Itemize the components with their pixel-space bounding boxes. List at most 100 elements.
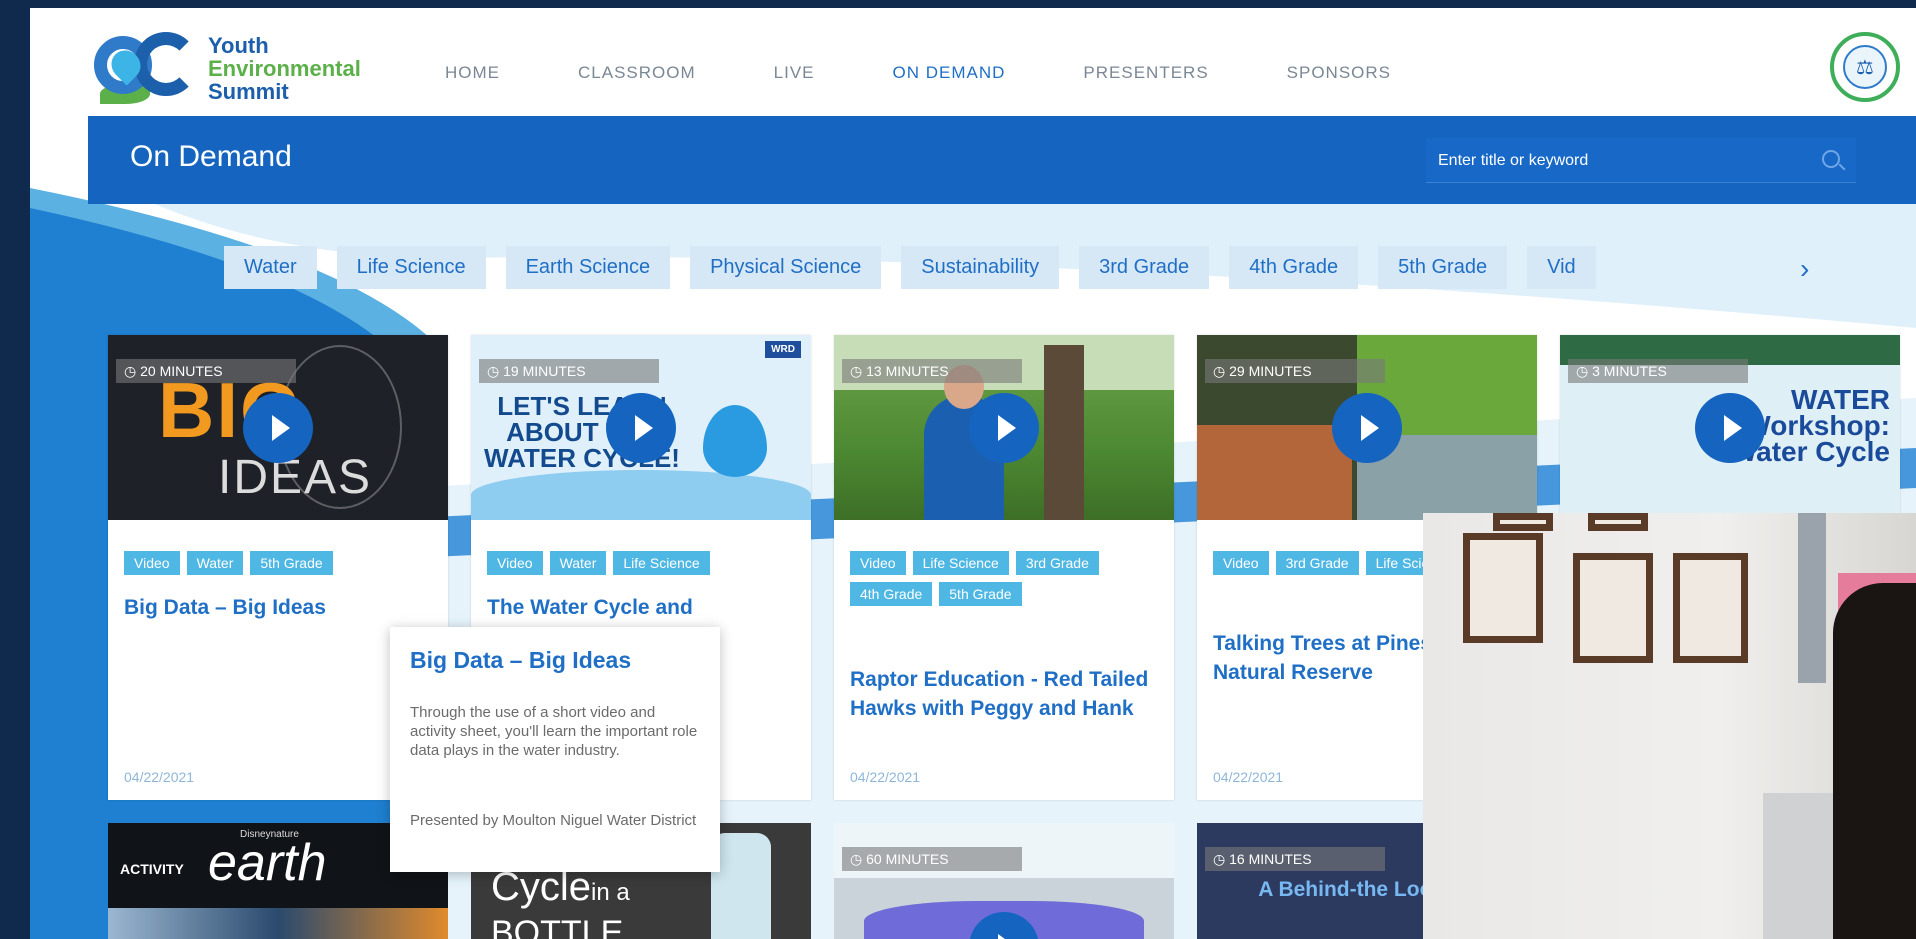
tooltip-presenter: Presented by Moulton Niguel Water Distri… xyxy=(410,812,697,829)
page: Youth Environmental Summit HOME CLASSROO… xyxy=(30,8,1916,939)
tag[interactable]: Video xyxy=(1213,551,1269,575)
thumb-stump xyxy=(1197,425,1352,520)
duration-text: 19 MINUTES xyxy=(503,363,586,379)
tag[interactable]: Video xyxy=(850,551,906,575)
video-thumbnail[interactable]: ◷ 29 MINUTES xyxy=(1197,335,1537,520)
thumb-text: Cyclein a BOTTLE xyxy=(491,867,630,939)
tag[interactable]: 3rd Grade xyxy=(1015,551,1099,575)
picture-frame xyxy=(1588,513,1648,531)
search-icon[interactable] xyxy=(1822,150,1840,168)
oc-logo-icon xyxy=(90,28,210,108)
tooltip-description: Through the use of a short video and act… xyxy=(410,704,698,759)
duration-badge: ◷ 3 MINUTES xyxy=(1568,359,1748,383)
tag[interactable]: Water xyxy=(186,551,244,575)
filter-sustainability[interactable]: Sustainability xyxy=(901,246,1060,289)
duration-text: 3 MINUTES xyxy=(1592,363,1667,379)
site-logo[interactable]: Youth Environmental Summit xyxy=(90,28,361,108)
logo-text: Youth Environmental Summit xyxy=(208,34,361,103)
nav-sponsors[interactable]: SPONSORS xyxy=(1287,63,1391,83)
tooltip-title: Big Data – Big Ideas xyxy=(410,647,632,673)
duration-badge: ◷ 60 MINUTES xyxy=(842,847,1022,871)
filter-4th-grade[interactable]: 4th Grade xyxy=(1229,246,1359,289)
filter-5th-grade[interactable]: 5th Grade xyxy=(1378,246,1508,289)
nav-presenters[interactable]: PRESENTERS xyxy=(1083,63,1208,83)
card-title[interactable]: The Water Cycle and xyxy=(487,593,797,622)
play-icon[interactable] xyxy=(243,392,313,463)
play-icon[interactable] xyxy=(969,392,1039,463)
main-nav: HOME CLASSROOM LIVE ON DEMAND PRESENTERS… xyxy=(445,63,1469,83)
tag[interactable]: 5th Grade xyxy=(250,551,333,575)
filter-water[interactable]: Water xyxy=(224,246,317,289)
video-thumbnail[interactable]: WATER Workshop: Water Cycle ◷ 3 MINUTES xyxy=(1560,335,1900,520)
tag-list: Video Water Life Science xyxy=(487,551,807,575)
duration-badge: ◷ 19 MINUTES xyxy=(479,359,659,383)
earth-title: earth xyxy=(208,834,327,892)
tag[interactable]: 5th Grade xyxy=(939,582,1022,606)
play-icon[interactable] xyxy=(606,392,676,463)
duration-text: 16 MINUTES xyxy=(1229,851,1312,867)
filter-3rd-grade[interactable]: 3rd Grade xyxy=(1079,246,1210,289)
tag[interactable]: 3rd Grade xyxy=(1275,551,1359,575)
filter-chips: Water Life Science Earth Science Physica… xyxy=(224,246,1596,289)
tag-list: Video Water 5th Grade xyxy=(124,551,444,575)
water-district-seal-icon[interactable]: ⚖ xyxy=(1830,32,1900,102)
nav-home[interactable]: HOME xyxy=(445,63,500,83)
card-title[interactable]: Raptor Education - Red Tailed Hawks with… xyxy=(850,665,1160,723)
activity-label: ACTIVITY xyxy=(120,861,184,877)
play-icon[interactable] xyxy=(1695,392,1765,463)
overlay-person xyxy=(1833,583,1916,939)
tag[interactable]: Life Science xyxy=(613,551,710,575)
duration-text: 60 MINUTES xyxy=(866,851,949,867)
tag[interactable]: 4th Grade xyxy=(850,582,933,606)
webcam-overlay[interactable] xyxy=(1423,513,1916,939)
video-thumbnail[interactable]: BIG IDEAS ◷ 20 MINUTES xyxy=(108,335,448,520)
play-icon[interactable] xyxy=(1332,392,1402,463)
video-thumbnail[interactable]: ◷ 13 MINUTES xyxy=(834,335,1174,520)
nav-classroom[interactable]: CLASSROOM xyxy=(578,63,696,83)
picture-frame xyxy=(1463,533,1543,643)
overlay-glass xyxy=(1798,513,1826,683)
thumb-text-tail: BOTTLE xyxy=(491,914,624,939)
search-box xyxy=(1426,138,1856,183)
thumb-tree xyxy=(1044,345,1084,520)
card-title[interactable]: Big Data – Big Ideas xyxy=(124,593,434,622)
tag[interactable]: Video xyxy=(124,551,180,575)
filter-video[interactable]: Vid xyxy=(1527,246,1596,289)
filter-physical-science[interactable]: Physical Science xyxy=(690,246,882,289)
tag[interactable]: Life Science xyxy=(912,551,1009,575)
duration-text: 13 MINUTES xyxy=(866,363,949,379)
bottle-graphic xyxy=(711,833,771,939)
filter-earth-science[interactable]: Earth Science xyxy=(505,246,671,289)
tag[interactable]: Video xyxy=(487,551,543,575)
video-card[interactable]: ◷ 13 MINUTES Video Life Science 3rd Grad… xyxy=(834,335,1174,800)
page-header-bar: On Demand xyxy=(88,116,1916,204)
seal-emblem-icon: ⚖ xyxy=(1843,45,1887,89)
filter-life-science[interactable]: Life Science xyxy=(336,246,486,289)
picture-frame xyxy=(1493,513,1553,531)
wave-graphic xyxy=(471,470,811,520)
tag-list: Video Life Science 3rd Grade 4th Grade 5… xyxy=(850,551,1170,606)
nav-on-demand[interactable]: ON DEMAND xyxy=(893,63,1006,83)
duration-badge: ◷ 13 MINUTES xyxy=(842,359,1022,383)
duration-badge: ◷ 16 MINUTES xyxy=(1205,847,1385,871)
video-thumbnail[interactable]: LET'S LEARN ABOUT THE WATER CYCLE! WRD ◷… xyxy=(471,335,811,520)
search-input[interactable] xyxy=(1436,144,1800,178)
duration-badge: ◷ 29 MINUTES xyxy=(1205,359,1385,383)
chevron-right-icon[interactable]: › xyxy=(1800,253,1809,285)
card-date: 04/22/2021 xyxy=(124,769,195,785)
card-tooltip: Big Data – Big Ideas Through the use of … xyxy=(390,627,720,872)
nav-live[interactable]: LIVE xyxy=(774,63,815,83)
water-drop-mascot-icon xyxy=(703,405,767,477)
logo-line-2: Environmental xyxy=(208,55,361,81)
wrd-badge: WRD xyxy=(765,341,801,358)
video-card[interactable]: ◷ 60 MINUTES xyxy=(834,823,1174,939)
thumb-text-small: in a xyxy=(591,879,630,906)
logo-line-3: Summit xyxy=(208,78,289,104)
duration-text: 20 MINUTES xyxy=(140,363,223,379)
card-date: 04/22/2021 xyxy=(1213,769,1284,785)
tag[interactable]: Water xyxy=(549,551,607,575)
page-title: On Demand xyxy=(130,140,292,173)
card-date: 04/22/2021 xyxy=(850,769,921,785)
picture-frame xyxy=(1673,553,1748,663)
logo-line-1: Youth xyxy=(208,32,269,58)
